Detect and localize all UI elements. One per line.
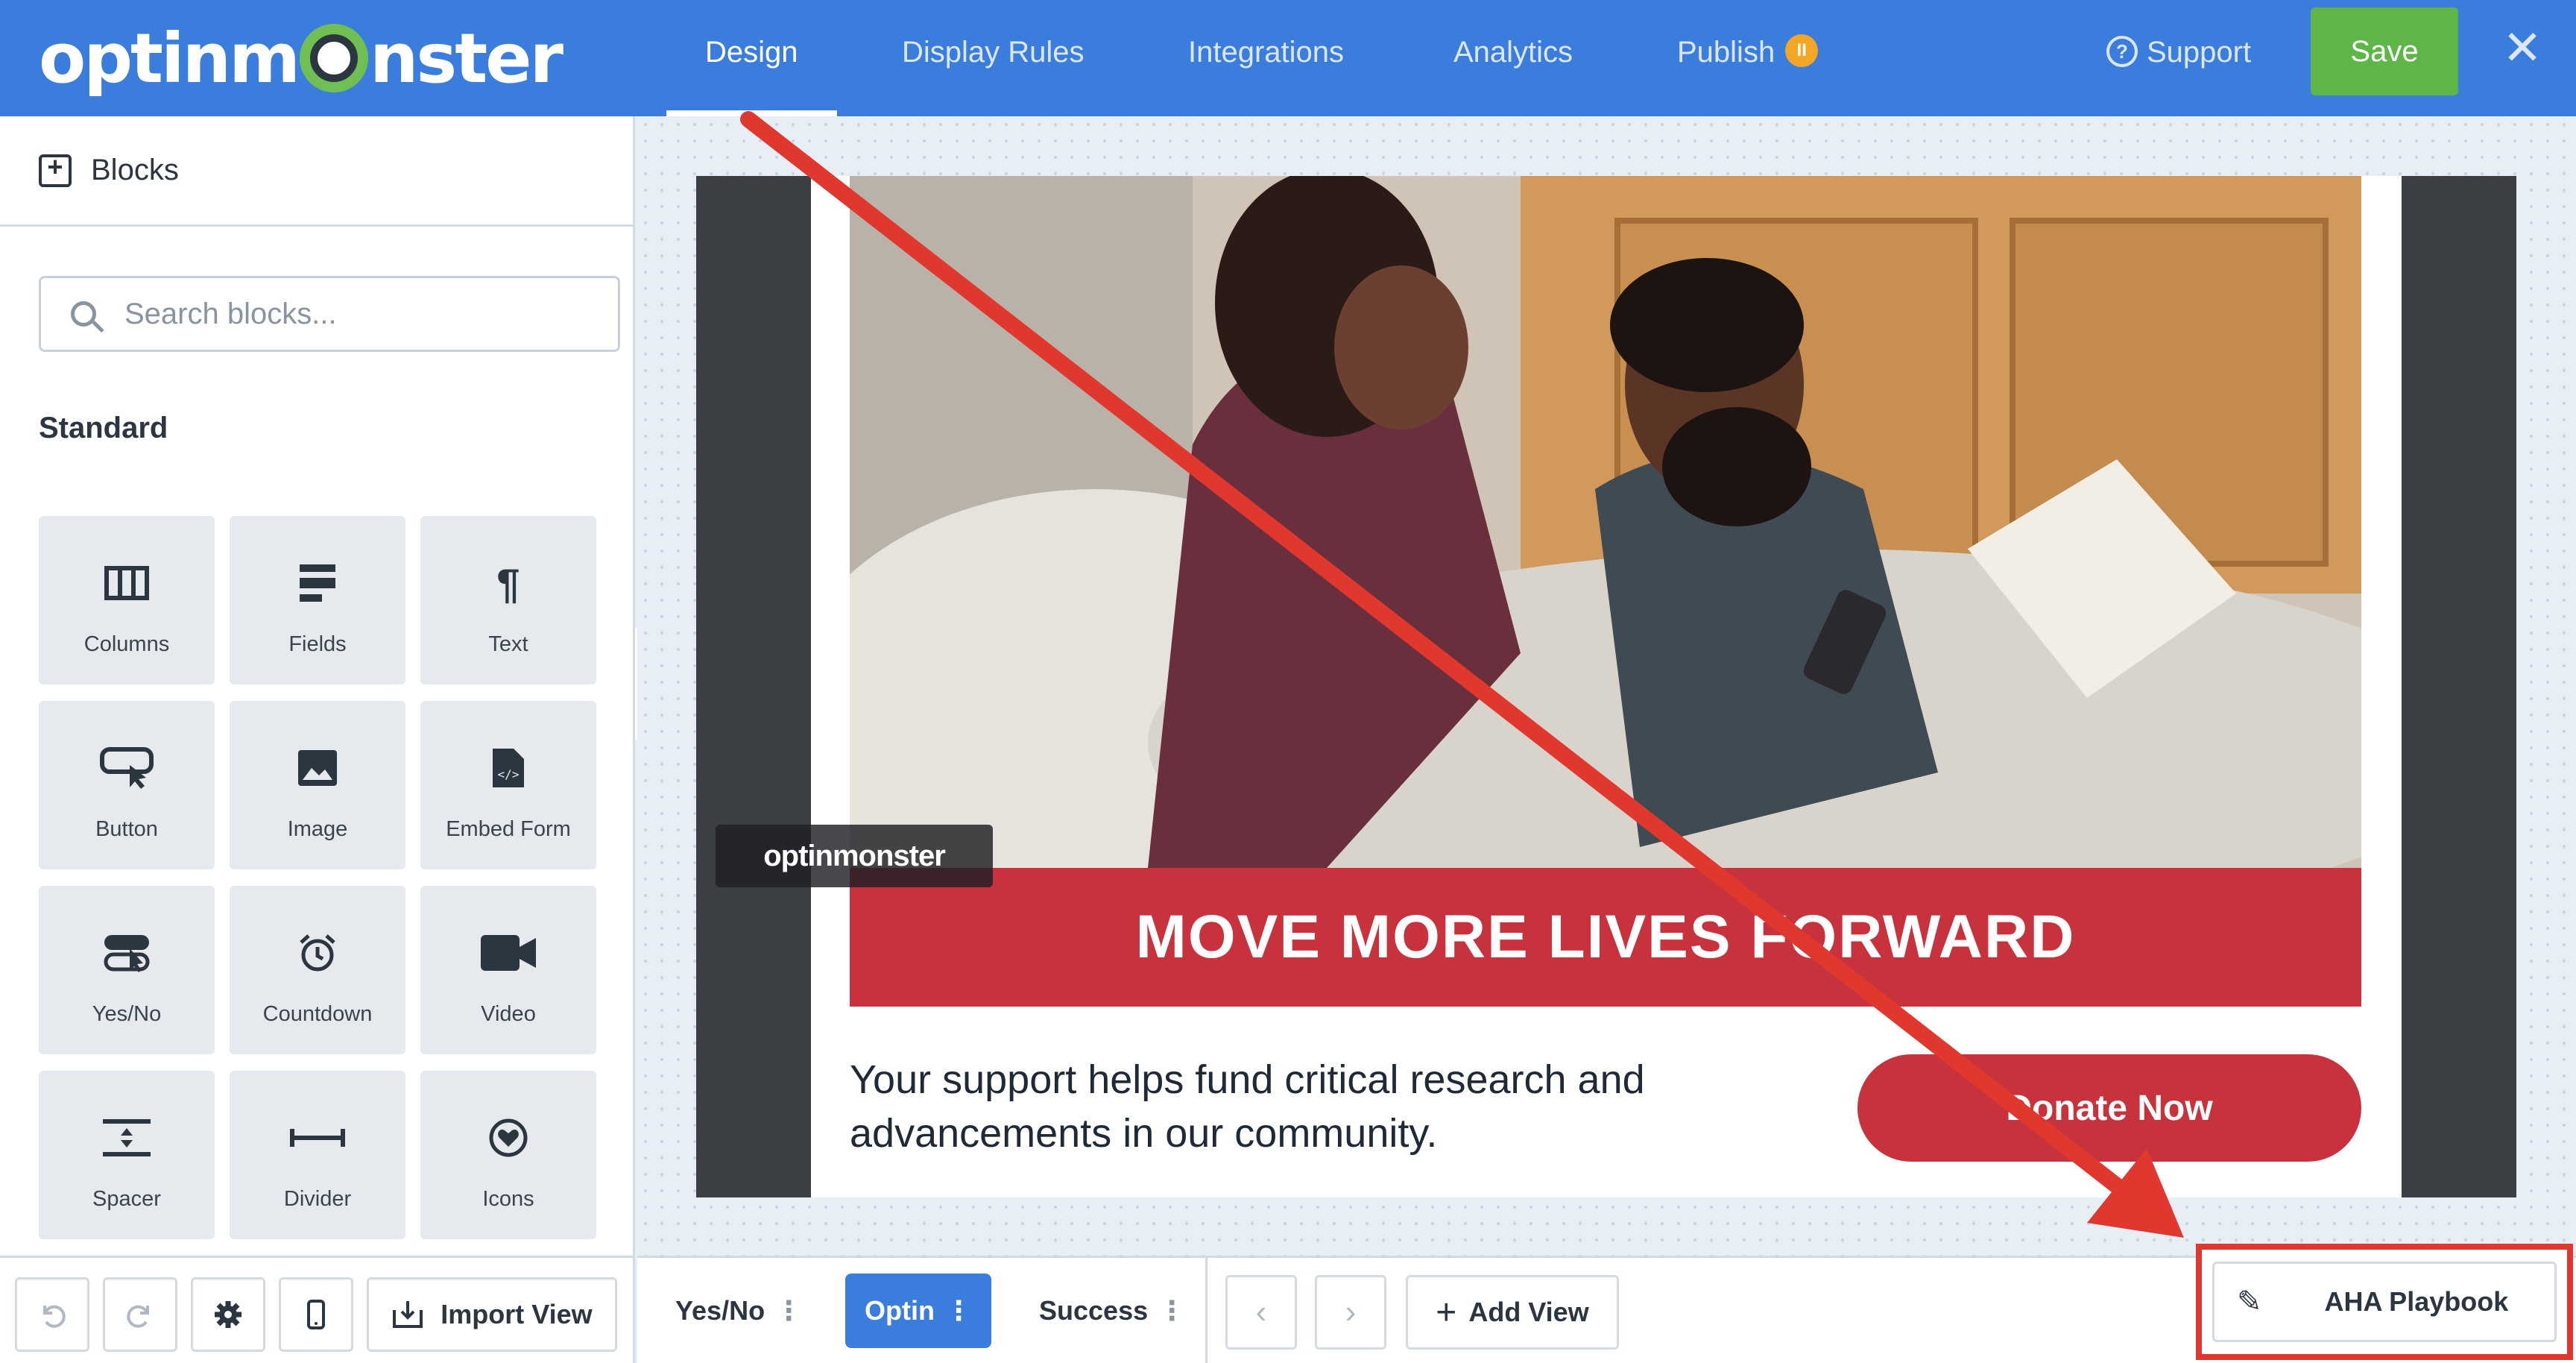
undo-icon[interactable] [15, 1277, 89, 1352]
alarm-clock-icon [230, 931, 405, 975]
button-icon [39, 746, 215, 790]
monster-mascot-icon [299, 24, 368, 92]
blocks-sidebar: Blocks Search blocks... Standard Columns… [0, 116, 635, 1256]
embed-form-icon: </> [420, 746, 596, 790]
tab-display-rules[interactable]: Display Rules [902, 0, 1085, 116]
import-view-button[interactable]: Import View [367, 1277, 617, 1352]
block-video[interactable]: Video [420, 886, 596, 1054]
spacer-icon [39, 1115, 215, 1160]
plus-icon: + [1436, 1292, 1457, 1332]
block-columns[interactable]: Columns [39, 516, 215, 684]
heart-icon [420, 1115, 596, 1160]
video-camera-icon [420, 931, 596, 975]
block-label: Spacer [92, 1187, 161, 1211]
tab-publish[interactable]: Publish II [1677, 0, 1819, 116]
aha-playbook-button[interactable]: ✎ AHA Playbook [2212, 1262, 2557, 1342]
tab-publish-label: Publish [1677, 36, 1775, 69]
help-circle-icon: ? [2106, 36, 2138, 68]
more-options-icon[interactable]: ⋮ [775, 1295, 802, 1326]
block-label: Countdown [262, 1002, 373, 1026]
close-icon[interactable]: ✕ [2501, 24, 2543, 72]
block-label: Icons [482, 1187, 534, 1211]
donate-now-button[interactable]: Donate Now [1857, 1054, 2361, 1162]
fields-icon [230, 561, 405, 605]
view-tab-label: Yes/No [675, 1295, 765, 1326]
block-label: Embed Form [446, 817, 571, 841]
chevron-left-icon[interactable]: ‹ [1225, 1275, 1297, 1350]
optinmonster-watermark: optinmonster [716, 825, 993, 887]
section-title-standard: Standard [39, 412, 168, 444]
blocks-title: Blocks [91, 154, 179, 186]
more-options-icon[interactable]: ⋮ [1158, 1295, 1185, 1326]
block-spacer[interactable]: Spacer [39, 1071, 215, 1239]
pause-icon: II [1785, 34, 1819, 68]
add-view-button[interactable]: + Add View [1406, 1275, 1619, 1350]
couple-on-couch-photo [850, 176, 2361, 868]
tab-analytics[interactable]: Analytics [1453, 0, 1573, 116]
block-label: Image [287, 817, 348, 841]
campaign-headline[interactable]: MOVE MORE LIVES FORWARD [850, 868, 2361, 1007]
block-label: Yes/No [92, 1002, 162, 1026]
block-label: Fields [288, 632, 347, 656]
import-icon [393, 1301, 423, 1328]
block-button[interactable]: Button [39, 701, 215, 869]
chevron-right-icon[interactable]: › [1315, 1275, 1386, 1350]
block-label: Columns [83, 632, 170, 656]
add-block-icon [39, 151, 72, 187]
block-image[interactable]: Image [230, 701, 405, 869]
svg-text:</>: </> [498, 767, 520, 781]
blocks-header: Blocks [0, 116, 633, 227]
gear-icon[interactable] [191, 1277, 265, 1352]
aha-playbook-label: AHA Playbook [2324, 1286, 2509, 1317]
search-placeholder: Search blocks... [124, 297, 337, 330]
block-divider[interactable]: Divider [230, 1071, 405, 1239]
support-link[interactable]: ? Support [2106, 0, 2251, 116]
redo-icon[interactable] [103, 1277, 177, 1352]
pencil-icon: ✎ [2237, 1285, 2262, 1318]
block-icons[interactable]: Icons [420, 1071, 596, 1239]
campaign-photo[interactable] [850, 176, 2361, 868]
search-icon [71, 301, 96, 327]
divider-icon [230, 1115, 405, 1160]
support-label: Support [2147, 36, 2252, 69]
top-navigation-bar: optinm nster Design Display Rules Integra… [0, 0, 2576, 116]
block-label: Text [488, 632, 528, 656]
view-tab-label: Optin [865, 1295, 935, 1326]
block-text[interactable]: ¶ Text [420, 516, 596, 684]
block-countdown[interactable]: Countdown [230, 886, 405, 1054]
bottom-toolbar-left: Import View [0, 1256, 635, 1363]
view-tab-success[interactable]: Success ⋮ [1039, 1274, 1185, 1348]
toggle-icon [39, 931, 215, 975]
block-yes-no[interactable]: Yes/No [39, 886, 215, 1054]
import-view-label: Import View [441, 1299, 593, 1329]
mobile-preview-icon[interactable] [279, 1277, 353, 1352]
view-tab-label: Success [1039, 1295, 1149, 1326]
tab-integrations[interactable]: Integrations [1188, 0, 1344, 116]
columns-icon [39, 561, 215, 605]
block-fields[interactable]: Fields [230, 516, 405, 684]
tab-design[interactable]: Design [666, 0, 836, 116]
block-embed-form[interactable]: </> Embed Form [420, 701, 596, 869]
block-label: Divider [283, 1187, 352, 1211]
optinmonster-logo[interactable]: optinm nster [39, 18, 564, 98]
view-tab-optin[interactable]: Optin ⋮ [845, 1274, 991, 1348]
block-label: Video [481, 1002, 536, 1026]
divider [1205, 1256, 1208, 1363]
block-label: Button [95, 817, 158, 841]
add-view-label: Add View [1468, 1297, 1589, 1327]
view-tab-yes-no[interactable]: Yes/No ⋮ [675, 1274, 802, 1348]
save-button[interactable]: Save [2311, 7, 2458, 95]
more-options-icon[interactable]: ⋮ [945, 1295, 972, 1326]
search-blocks-input[interactable]: Search blocks... [39, 276, 620, 352]
aha-playbook-highlight: ✎ AHA Playbook [2196, 1244, 2573, 1360]
image-icon [230, 746, 405, 790]
paragraph-icon: ¶ [496, 559, 520, 607]
campaign-body-text[interactable]: Your support helps fund critical researc… [850, 1053, 1819, 1160]
